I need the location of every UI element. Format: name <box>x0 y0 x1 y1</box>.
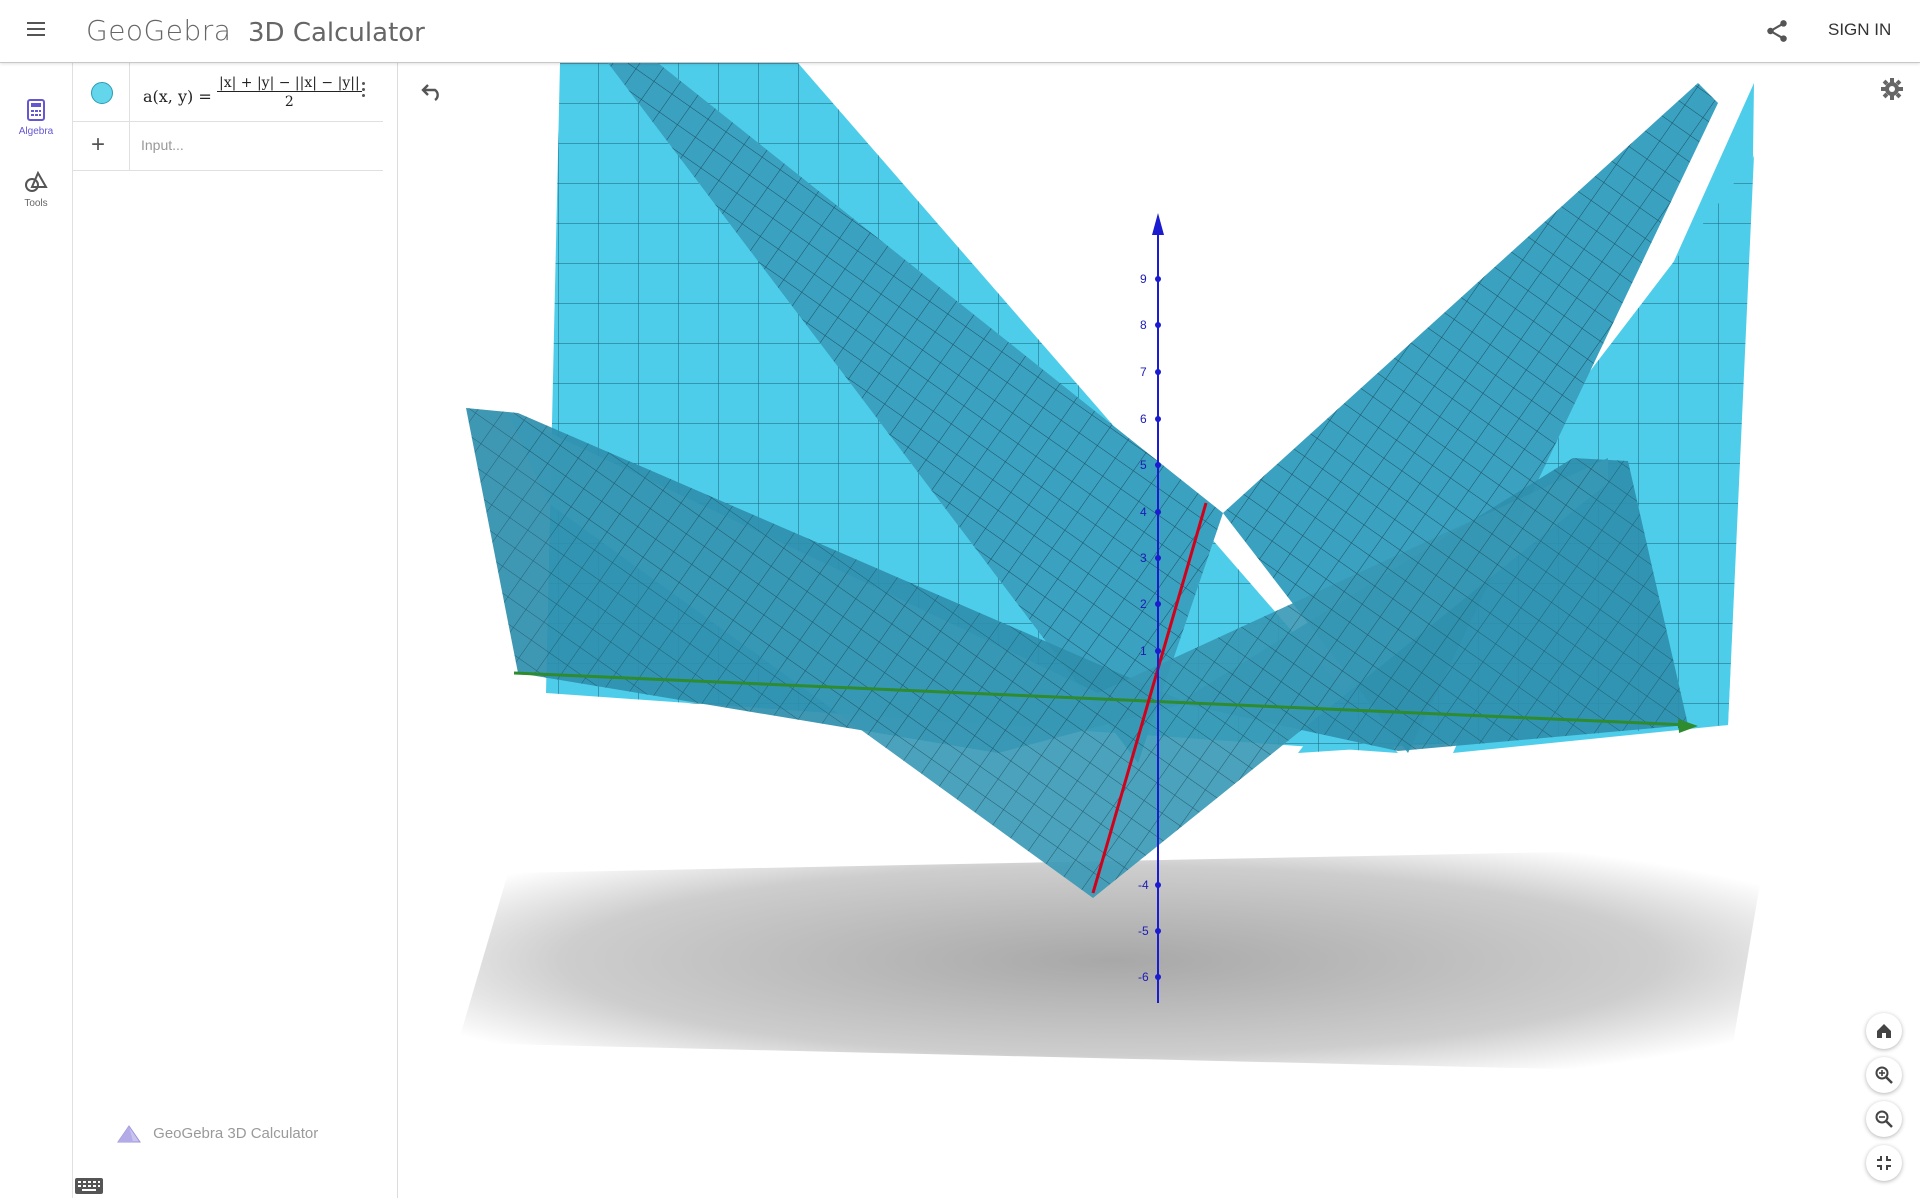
z-tick-label: 4 <box>1140 505 1147 519</box>
z-tick-label: 6 <box>1140 412 1147 426</box>
footer-brand: GeoGebra 3D Calculator <box>117 1125 318 1143</box>
calculator-icon <box>27 99 45 121</box>
z-tick-label: -5 <box>1138 924 1149 938</box>
top-bar: GeoGebra 3D Calculator SIGN IN <box>0 0 1920 63</box>
zoom-in-button[interactable] <box>1866 1057 1902 1093</box>
shapes-icon <box>25 170 48 192</box>
z-tick-label: -4 <box>1138 878 1149 892</box>
z-tick-label: 1 <box>1140 644 1147 658</box>
row-separator <box>129 63 130 121</box>
zoom-out-icon <box>1875 1110 1893 1128</box>
rail-tools-button[interactable]: Tools <box>0 170 72 209</box>
share-icon[interactable] <box>1764 18 1790 44</box>
visibility-toggle[interactable] <box>91 82 113 104</box>
undo-icon[interactable] <box>420 81 444 101</box>
z-tick-label: 5 <box>1140 458 1147 472</box>
add-icon[interactable]: + <box>91 131 105 159</box>
app-title: 3D Calculator <box>248 18 425 48</box>
rail-tools-label: Tools <box>24 198 48 209</box>
sign-in-button[interactable]: SIGN IN <box>1828 20 1891 40</box>
function-name: a(x, y) <box>143 87 194 106</box>
equals-sign: = <box>198 87 212 106</box>
algebra-input-row[interactable]: + Input... <box>73 121 383 171</box>
z-tick-label: 7 <box>1140 365 1147 379</box>
algebra-input[interactable]: Input... <box>141 137 184 153</box>
z-tick-label: 9 <box>1140 272 1147 286</box>
3d-scene[interactable]: 9 8 7 6 5 4 3 2 1 -4 -5 -6 <box>398 63 1920 1198</box>
z-tick-label: 2 <box>1140 597 1147 611</box>
z-tick-label: 8 <box>1140 318 1147 332</box>
z-axis-arrow <box>1152 213 1164 235</box>
rail-algebra-label: Algebra <box>18 126 54 137</box>
fullscreen-button[interactable] <box>1866 1145 1902 1181</box>
graphics-3d-view[interactable]: 9 8 7 6 5 4 3 2 1 -4 -5 -6 <box>398 63 1920 1198</box>
exit-fullscreen-icon <box>1877 1156 1891 1170</box>
more-options-icon[interactable] <box>357 79 369 101</box>
home-icon <box>1877 1024 1891 1038</box>
side-rail: Algebra Tools <box>0 63 73 1198</box>
geogebra-logo: GeoGebra <box>86 14 232 47</box>
zoom-out-button[interactable] <box>1866 1101 1902 1137</box>
fraction-denominator: 2 <box>284 94 294 110</box>
keyboard-icon[interactable] <box>74 1176 104 1196</box>
algebra-row-function[interactable]: a(x, y) = |x| + |y| − ||x| − |y|| 2 <box>73 63 383 122</box>
zoom-in-icon <box>1875 1066 1893 1084</box>
row-separator <box>129 121 130 170</box>
geogebra-3d-icon <box>117 1125 141 1143</box>
footer-brand-text: GeoGebra 3D Calculator <box>153 1125 319 1142</box>
menu-icon[interactable] <box>24 18 48 42</box>
z-tick-label: 3 <box>1140 551 1147 565</box>
home-button[interactable] <box>1866 1013 1902 1049</box>
fraction: |x| + |y| − ||x| − |y|| 2 <box>217 75 362 110</box>
z-tick-label: -6 <box>1138 970 1149 984</box>
fraction-numerator: |x| + |y| − ||x| − |y|| <box>217 75 362 92</box>
algebra-view: a(x, y) = |x| + |y| − ||x| − |y|| 2 + In… <box>73 63 462 1198</box>
settings-gear-icon[interactable] <box>1880 77 1906 103</box>
rail-algebra-button[interactable]: Algebra <box>0 99 72 137</box>
